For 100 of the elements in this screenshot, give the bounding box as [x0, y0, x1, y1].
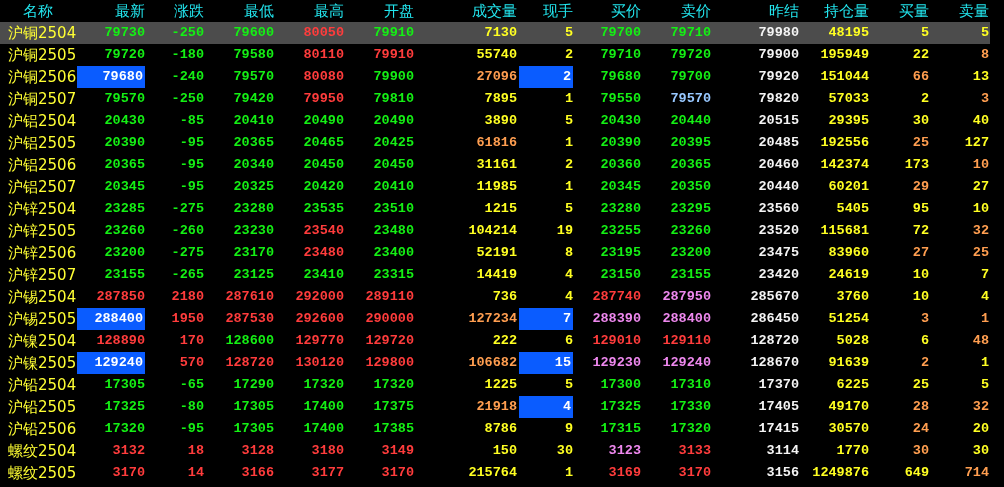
column-header[interactable]: 卖量: [930, 0, 990, 22]
table-cell: 17320: [373, 377, 414, 392]
table-cell: 20430: [104, 113, 145, 128]
contract-name[interactable]: 沪铜2504: [0, 22, 76, 44]
table-cell: 40: [972, 113, 989, 128]
table-cell: 11985: [476, 179, 517, 194]
table-cell: 129010: [592, 333, 641, 348]
table-cell: 23535: [303, 201, 344, 216]
column-header[interactable]: 最低: [205, 0, 275, 22]
contract-name[interactable]: 沪铜2506: [0, 66, 76, 88]
contract-name[interactable]: 沪锡2504: [0, 286, 76, 308]
contract-name[interactable]: 沪铜2507: [0, 88, 76, 110]
contract-name[interactable]: 沪铝2506: [0, 154, 76, 176]
table-cell: 79910: [373, 25, 414, 40]
table-cell: -240: [171, 69, 204, 84]
table-cell: 23560: [758, 201, 799, 216]
table-cell: 287850: [96, 289, 145, 304]
contract-name[interactable]: 沪铜2505: [0, 44, 76, 66]
table-cell: 106682: [468, 355, 517, 370]
table-cell: 20425: [373, 135, 414, 150]
table-cell: 128600: [225, 333, 274, 348]
column-header[interactable]: 成交量: [415, 0, 518, 22]
table-cell: 170: [179, 333, 204, 348]
contract-name[interactable]: 螺纹2504: [0, 440, 76, 462]
contract-name[interactable]: 沪锌2507: [0, 264, 76, 286]
table-cell: 79580: [233, 47, 274, 62]
table-cell: 20450: [303, 157, 344, 172]
table-cell: 4: [564, 289, 573, 304]
table-cell: 3133: [678, 443, 711, 458]
contract-name[interactable]: 沪锌2505: [0, 220, 76, 242]
table-cell: 151044: [820, 69, 869, 84]
contract-name[interactable]: 沪镍2505: [0, 352, 76, 374]
table-cell: 19: [556, 223, 573, 238]
table-cell: 649: [904, 465, 929, 480]
table-cell: 129720: [365, 333, 414, 348]
table-cell: 127234: [468, 311, 517, 326]
table-cell: 20345: [600, 179, 641, 194]
contract-name[interactable]: 沪铝2505: [0, 132, 76, 154]
table-cell: 23125: [233, 267, 274, 282]
column-header[interactable]: 买价: [574, 0, 642, 22]
table-cell: 128890: [96, 333, 145, 348]
table-cell: 20410: [233, 113, 274, 128]
table-cell: 25: [912, 377, 929, 392]
table-cell: 285670: [750, 289, 799, 304]
table-cell: 20360: [600, 157, 641, 172]
table-cell: 91639: [828, 355, 869, 370]
table-cell: 8786: [484, 421, 517, 436]
table-cell: 129230: [592, 355, 641, 370]
contract-name[interactable]: 沪铝2504: [0, 110, 76, 132]
table-cell: 5: [564, 113, 573, 128]
column-header[interactable]: 最新: [76, 0, 146, 22]
table-cell: 80050: [303, 25, 344, 40]
table-cell: 23285: [104, 201, 145, 216]
table-cell: 79980: [758, 25, 799, 40]
contract-name[interactable]: 沪铅2506: [0, 418, 76, 440]
contract-name[interactable]: 沪锌2504: [0, 198, 76, 220]
column-header[interactable]: 卖价: [642, 0, 712, 22]
table-cell: 61816: [476, 135, 517, 150]
table-cell: 736: [492, 289, 517, 304]
table-cell: 714: [964, 465, 989, 480]
table-cell: 5405: [836, 201, 869, 216]
table-cell: 6225: [836, 377, 869, 392]
table-cell: 83960: [828, 245, 869, 260]
table-cell: 5: [564, 201, 573, 216]
table-cell: 14: [187, 465, 204, 480]
column-header[interactable]: 持仓量: [800, 0, 870, 22]
table-cell: 80080: [303, 69, 344, 84]
table-cell: 570: [179, 355, 204, 370]
column-header[interactable]: 最高: [275, 0, 345, 22]
contract-name[interactable]: 沪镍2504: [0, 330, 76, 352]
table-cell: 288390: [592, 311, 641, 326]
table-cell: 27: [972, 179, 989, 194]
table-cell: 3128: [241, 443, 274, 458]
contract-name[interactable]: 沪锡2505: [0, 308, 76, 330]
column-header[interactable]: 开盘: [345, 0, 415, 22]
column-header[interactable]: 涨跌: [146, 0, 205, 22]
table-cell: -260: [171, 223, 204, 238]
table-cell: 79680: [102, 69, 143, 84]
table-cell: -95: [179, 179, 204, 194]
table-cell: 2180: [171, 289, 204, 304]
table-cell: 20440: [670, 113, 711, 128]
table-cell: 287530: [225, 311, 274, 326]
column-header[interactable]: 昨结: [712, 0, 800, 22]
table-cell: 3166: [241, 465, 274, 480]
column-header[interactable]: 买量: [870, 0, 930, 22]
contract-name[interactable]: 沪铝2507: [0, 176, 76, 198]
table-cell: 129770: [295, 333, 344, 348]
contract-name[interactable]: 沪铅2505: [0, 396, 76, 418]
table-cell: 20365: [233, 135, 274, 150]
column-header[interactable]: 名称: [0, 0, 76, 22]
contract-name[interactable]: 螺纹2505: [0, 462, 76, 484]
contract-name[interactable]: 沪铅2504: [0, 374, 76, 396]
table-cell: 79600: [233, 25, 274, 40]
column-header[interactable]: 现手: [518, 0, 574, 22]
table-cell: 48195: [828, 25, 869, 40]
table-cell: 288400: [662, 311, 711, 326]
contract-name[interactable]: 沪锌2506: [0, 242, 76, 264]
table-cell: 23195: [600, 245, 641, 260]
table-cell: 48: [972, 333, 989, 348]
table-cell: 20365: [670, 157, 711, 172]
